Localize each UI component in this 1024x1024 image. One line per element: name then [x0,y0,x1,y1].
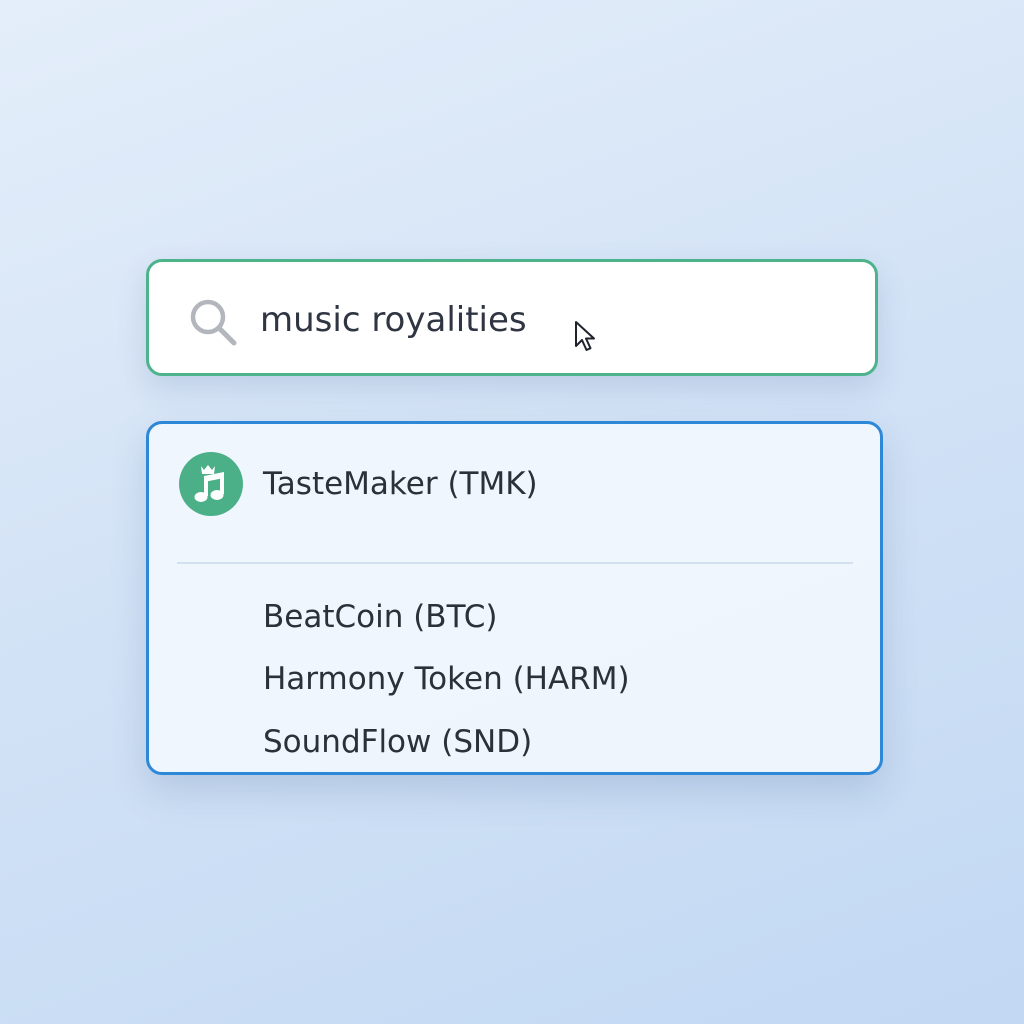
mouse-cursor-icon [575,321,595,351]
search-icon [190,299,237,346]
result-item-tastemaker[interactable]: TasteMaker (TMK) [149,424,880,544]
result-label: SoundFlow (SND) [263,724,533,760]
music-note-crown-icon [179,452,243,516]
result-label: Harmony Token (HARM) [263,661,630,697]
result-item[interactable]: SoundFlow (SND) [149,712,880,772]
result-item[interactable]: BeatCoin (BTC) [149,587,880,647]
search-input[interactable]: music royalities [260,298,527,342]
result-label: BeatCoin (BTC) [263,599,498,635]
divider [177,562,853,564]
result-label: TasteMaker (TMK) [263,466,538,502]
result-item[interactable]: Harmony Token (HARM) [149,649,880,709]
search-box[interactable]: music royalities [146,259,878,376]
search-results-dropdown: TasteMaker (TMK) BeatCoin (BTC) Harmony … [146,421,883,775]
